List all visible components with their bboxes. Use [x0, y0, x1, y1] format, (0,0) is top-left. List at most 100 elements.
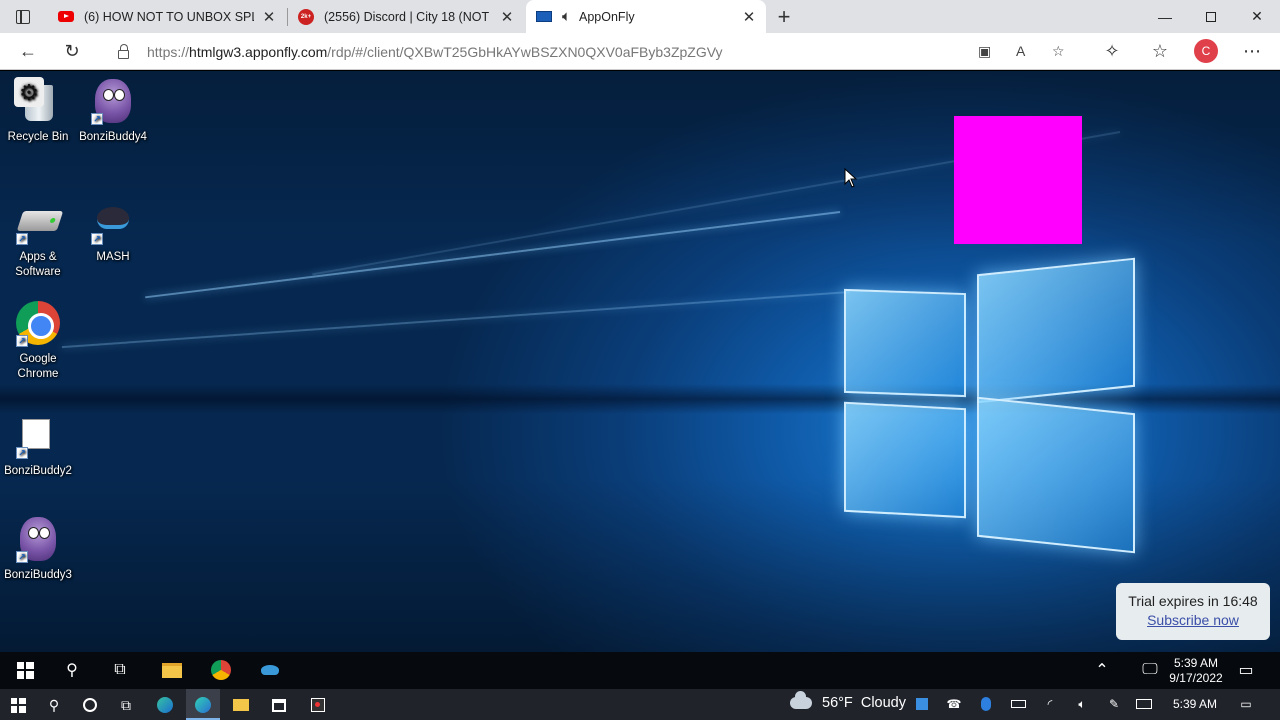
magenta-overlay	[954, 116, 1082, 244]
edge-dev-icon[interactable]	[191, 693, 215, 717]
subscribe-link[interactable]: Subscribe now	[1116, 612, 1270, 628]
youtube-icon	[58, 9, 74, 25]
favorites-icon[interactable]: ☆	[1148, 40, 1172, 62]
store-icon[interactable]	[267, 693, 291, 717]
close-icon[interactable]: ✕	[742, 8, 756, 26]
apponfly-icon	[536, 9, 552, 25]
profile-avatar[interactable]: C	[1194, 39, 1218, 63]
tab-title: (2556) Discord | City 18 (NOT 1 C	[324, 9, 492, 24]
shortcut-arrow-icon: ↗	[16, 447, 28, 459]
maximize-button[interactable]	[1188, 0, 1234, 33]
desktop-icon-google-chrome[interactable]: ↗ Google Chrome	[0, 299, 76, 382]
edge-icon[interactable]	[153, 693, 177, 717]
tab-youtube[interactable]: (6) HOW NOT TO UNBOX SPLATO ✕	[48, 0, 286, 33]
tab-actions-icon[interactable]	[10, 7, 36, 27]
desktop-icon-label: MASH	[96, 251, 130, 263]
tab-apponfly[interactable]: 🔈︎ AppOnFly ✕	[526, 0, 766, 33]
desktop-icon-bonzibuddy3[interactable]: ↗ BonziBuddy3	[0, 515, 76, 583]
chrome-icon[interactable]	[209, 658, 233, 682]
desktop-icon-label: Recycle Bin	[7, 131, 69, 143]
tab-title: AppOnFly	[579, 9, 635, 24]
lock-icon[interactable]	[118, 43, 129, 59]
speaker-icon[interactable]: 🔈︎	[562, 8, 571, 25]
trial-notice: Trial expires in 16:48 Subscribe now	[1116, 583, 1270, 640]
folder-icon[interactable]	[229, 693, 253, 717]
remote-desktop[interactable]: ⚙ Recycle Bin ↗ BonziBuddy4 ↗ Apps & Sof…	[0, 71, 1280, 652]
window-close-button[interactable]: ✕	[1234, 0, 1280, 33]
document-icon	[19, 417, 50, 449]
chevron-up-icon[interactable]: ⌃	[1090, 658, 1114, 682]
shortcut-arrow-icon: ↗	[91, 233, 103, 245]
recorder-icon[interactable]	[306, 693, 330, 717]
more-menu-icon[interactable]: ⋯	[1240, 40, 1264, 62]
favorite-star-icon[interactable]: ☆	[1052, 43, 1065, 60]
host-taskbar: ⚲ ⧉ 56°F Cloudy ☎ ◜ 🔈︎ ✎ 5:39 AM ▭	[0, 689, 1280, 720]
mash-taskbar-icon[interactable]	[258, 658, 282, 682]
close-icon[interactable]: ✕	[500, 8, 514, 26]
weather-widget[interactable]: 56°F Cloudy	[790, 691, 906, 711]
app-tray-icon[interactable]	[914, 696, 930, 712]
start-icon[interactable]	[13, 658, 37, 682]
network-icon[interactable]: 🖵︎	[1138, 658, 1162, 682]
gear-icon[interactable]: ⚙	[14, 77, 44, 107]
tab-discord[interactable]: 2k+ (2556) Discord | City 18 (NOT 1 C ✕	[288, 0, 524, 33]
file-explorer-icon[interactable]	[160, 658, 184, 682]
discord-icon: 2k+	[298, 8, 314, 25]
back-button[interactable]: ←	[16, 40, 40, 62]
start-icon[interactable]	[6, 693, 30, 717]
desktop-icon-apps-software[interactable]: ↗ Apps & Software	[0, 197, 76, 280]
desktop-icon-recycle-bin[interactable]: ⚙ Recycle Bin	[0, 77, 76, 145]
weather-temp: 56°F	[822, 695, 853, 711]
bluetooth-icon[interactable]	[978, 696, 994, 712]
task-view-icon[interactable]: ⧉	[114, 693, 138, 717]
desktop-icon-bonzibuddy2[interactable]: ↗ BonziBuddy2	[0, 411, 76, 479]
drive-icon	[16, 211, 64, 231]
host-clock[interactable]: 5:39 AM	[1168, 697, 1222, 711]
desktop-icon-label: BonziBuddy4	[79, 131, 147, 143]
remote-clock[interactable]: 5:39 AM 9/17/2022	[1166, 656, 1226, 686]
wallpaper-window-pane	[844, 288, 966, 398]
shortcut-arrow-icon: ↗	[16, 335, 28, 347]
shortcut-arrow-icon: ↗	[91, 113, 103, 125]
search-icon[interactable]: ⚲	[42, 693, 66, 717]
pen-icon[interactable]: ✎	[1106, 696, 1122, 712]
minimize-button[interactable]: —	[1142, 0, 1188, 33]
volume-icon[interactable]: 🔈︎	[1074, 696, 1090, 712]
read-aloud-icon[interactable]: A	[1016, 43, 1025, 59]
address-bar[interactable]: https://htmlgw3.apponfly.com/rdp/#/clien…	[100, 37, 1084, 66]
wallpaper-beam	[145, 211, 841, 299]
desktop-icon-label: BonziBuddy3	[4, 569, 72, 581]
trial-text: Trial expires in 16:48	[1128, 593, 1258, 609]
wallpaper-beam	[61, 291, 851, 349]
app-available-icon[interactable]: ▣	[978, 43, 991, 60]
tab-title: (6) HOW NOT TO UNBOX SPLATO	[84, 9, 254, 24]
extensions-icon[interactable]: ✧	[1100, 40, 1124, 62]
task-view-icon[interactable]: ⧉	[108, 658, 132, 682]
shortcut-arrow-icon: ↗	[16, 551, 28, 563]
notification-icon[interactable]: ▭	[1234, 658, 1258, 682]
browser-tab-bar: (6) HOW NOT TO UNBOX SPLATO ✕ 2k+ (2556)…	[0, 0, 1280, 33]
refresh-button[interactable]: ↻	[60, 40, 84, 62]
shortcut-arrow-icon: ↗	[16, 233, 28, 245]
desktop-icon-label: BonziBuddy2	[4, 465, 72, 477]
wifi-icon[interactable]: ◜	[1042, 696, 1058, 712]
meet-icon[interactable]: ☎	[946, 696, 962, 712]
notification-icon[interactable]: ▭	[1238, 696, 1254, 712]
battery-icon[interactable]	[1010, 696, 1026, 712]
mash-icon	[97, 207, 129, 229]
wallpaper-window-pane	[844, 401, 966, 519]
desktop-icon-label: Apps & Software	[15, 251, 61, 278]
wallpaper-window-pane	[977, 257, 1135, 404]
weather-text: Cloudy	[860, 695, 906, 711]
cortana-icon[interactable]	[78, 693, 102, 717]
desktop-icon-bonzibuddy4[interactable]: ↗ BonziBuddy4	[75, 77, 151, 145]
url-text: https://htmlgw3.apponfly.com/rdp/#/clien…	[147, 43, 723, 60]
search-icon[interactable]: ⚲	[60, 658, 84, 682]
desktop-icon-label: Google Chrome	[17, 353, 59, 380]
keyboard-icon[interactable]	[1136, 696, 1152, 712]
desktop-icon-mash[interactable]: ↗ MASH	[75, 197, 151, 265]
close-icon[interactable]: ✕	[262, 8, 276, 26]
cloud-icon	[790, 691, 812, 709]
new-tab-button[interactable]: +	[772, 4, 796, 30]
navigation-bar: ← ↻ https://htmlgw3.apponfly.com/rdp/#/c…	[0, 33, 1280, 70]
